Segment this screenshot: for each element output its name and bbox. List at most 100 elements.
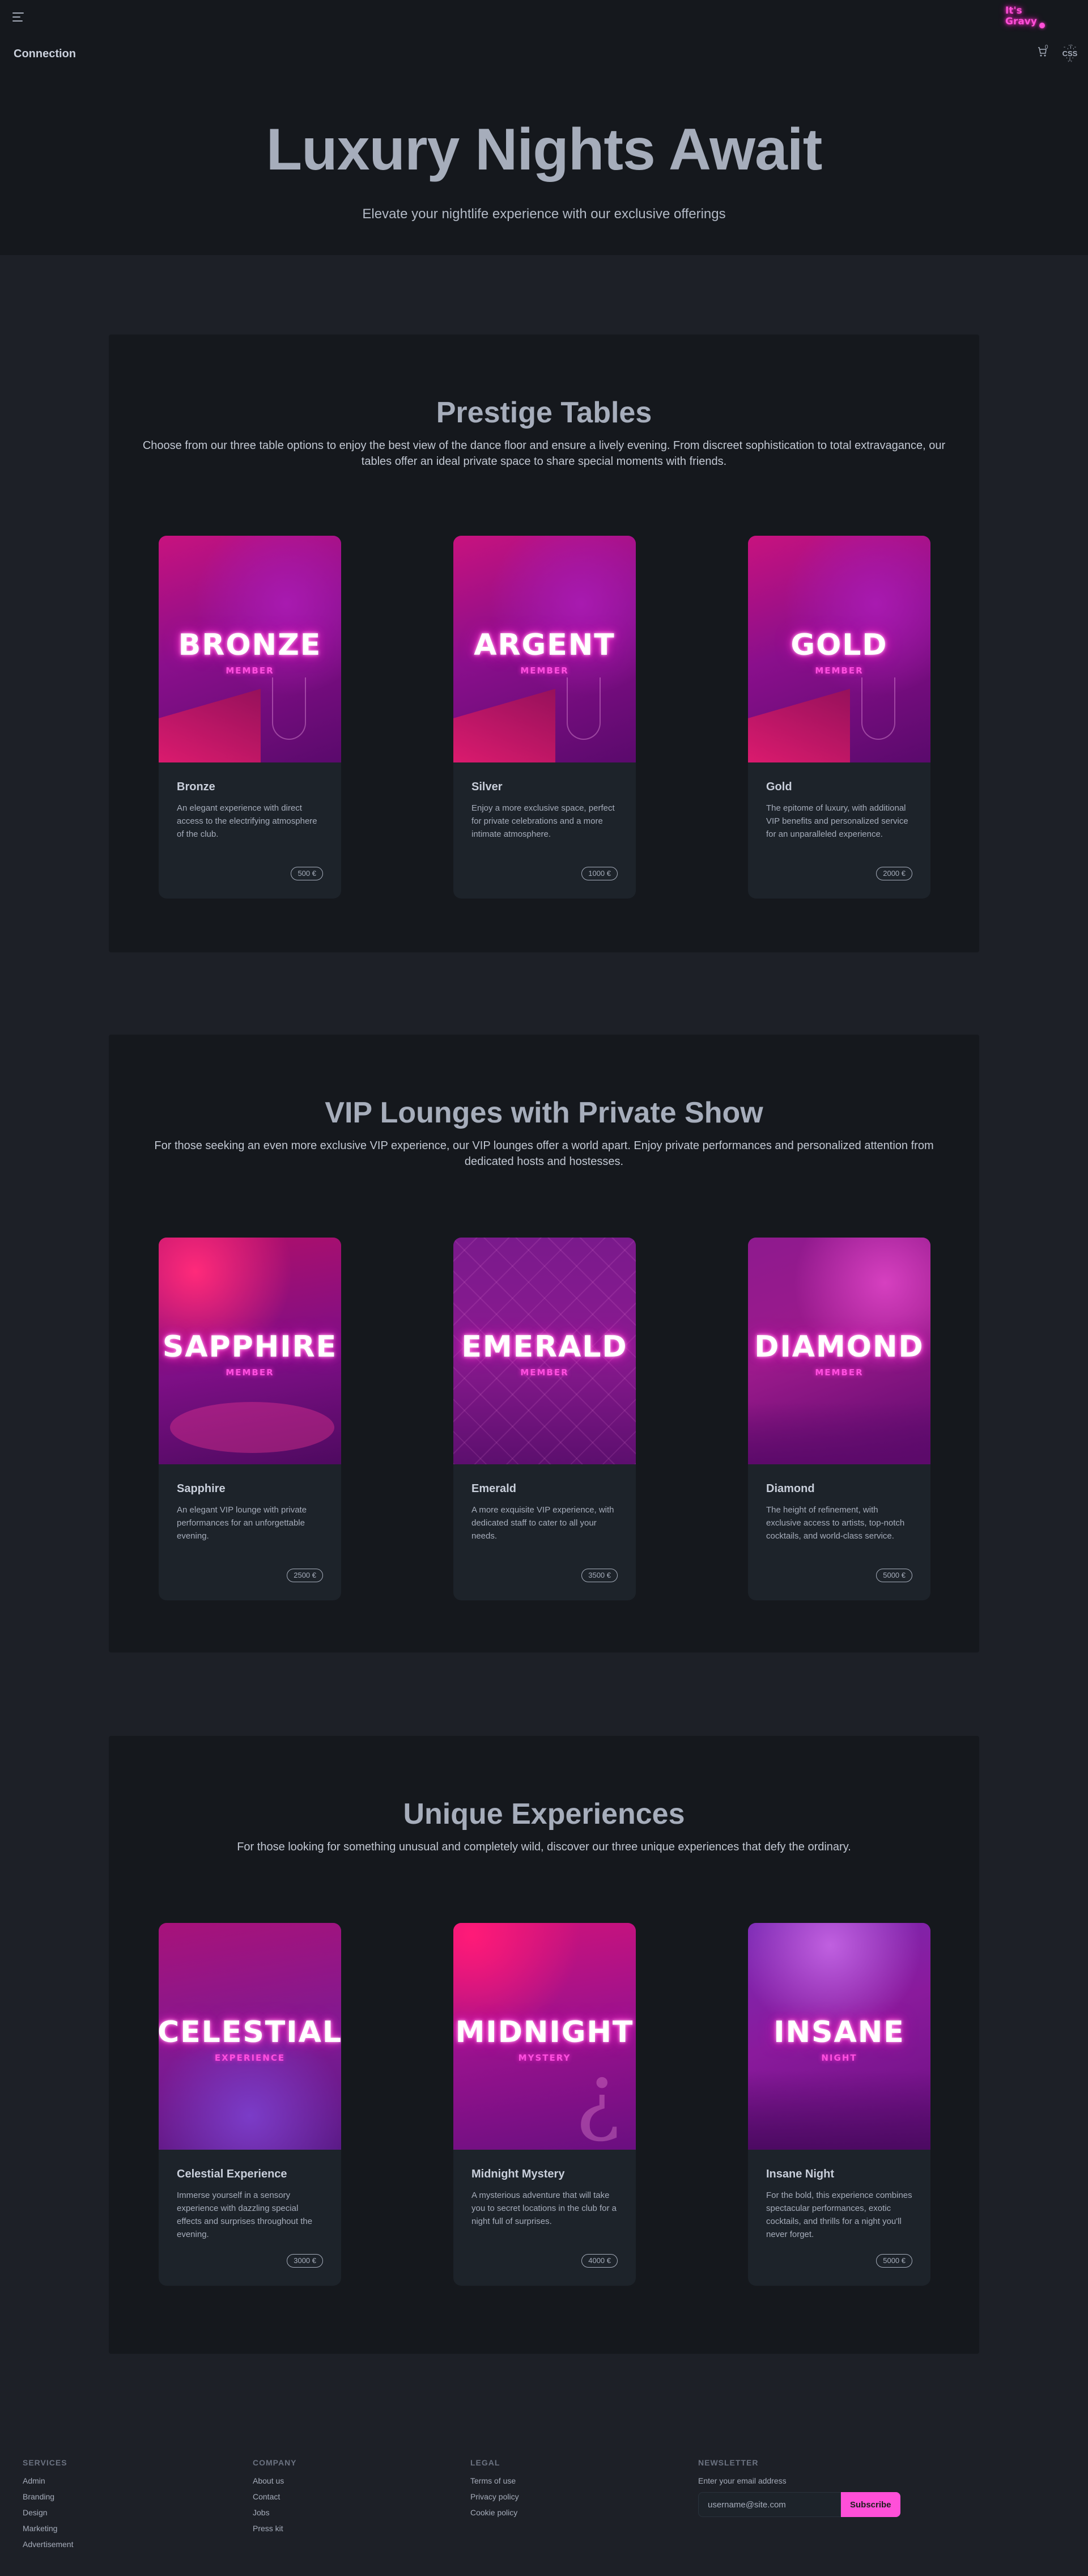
footer-newsletter: Newsletter Enter your email address Subs… (698, 2458, 900, 2517)
price-badge: 5000 € (876, 2254, 912, 2268)
glass-shape (861, 677, 895, 740)
product-card-bronze[interactable]: BRONZE MEMBER Bronze An elegant experien… (159, 536, 341, 899)
card-body: Silver Enjoy a more exclusive space, per… (453, 762, 636, 899)
section-description: For those seeking an even more exclusive… (154, 1139, 934, 1168)
theme-toggle-bottom: ʻ,í,ʻ (1066, 57, 1074, 63)
card-image: INSANE NIGHT (748, 1923, 930, 2150)
footer-heading: Company (253, 2458, 297, 2467)
price-badge: 1000 € (581, 867, 618, 880)
footer-link-terms[interactable]: Terms of use (470, 2476, 519, 2485)
card-image-subtitle: MEMBER (226, 666, 274, 676)
footer-link-press-kit[interactable]: Press kit (253, 2524, 297, 2533)
logo[interactable]: It's Gravy (1005, 6, 1051, 32)
theme-toggle-icon[interactable]: - ,ʻíʻ,- CSS ʻ,í,ʻ (1059, 44, 1081, 65)
product-card-silver[interactable]: ARGENT MEMBER Silver Enjoy a more exclus… (453, 536, 636, 899)
card-image-title: BRONZE (178, 628, 322, 662)
card-body: Diamond The height of refinement, with e… (748, 1464, 930, 1600)
card-body: Insane Night For the bold, this experien… (748, 2150, 930, 2286)
card-image-subtitle: NIGHT (821, 2053, 857, 2063)
footer-link-admin[interactable]: Admin (23, 2476, 73, 2485)
card-text: Enjoy a more exclusive space, perfect fo… (471, 803, 615, 839)
card-image-title: INSANE (774, 2015, 905, 2049)
card-name: Midnight Mystery (471, 2168, 565, 2180)
crowd-shape (748, 2070, 930, 2150)
card-name: Insane Night (766, 2168, 835, 2180)
card-image-title: SAPPHIRE (162, 1330, 338, 1364)
product-card-insane[interactable]: INSANE NIGHT Insane Night For the bold, … (748, 1923, 930, 2286)
hero-subtitle: Elevate your nightlife experience with o… (362, 206, 726, 222)
card-image: BRONZE MEMBER (159, 536, 341, 762)
nav-title[interactable]: Connection (14, 48, 76, 61)
menu-icon[interactable] (12, 12, 24, 22)
footer-link-design[interactable]: Design (23, 2508, 73, 2517)
footer-link-about[interactable]: About us (253, 2476, 297, 2485)
hero-title: Luxury Nights Await (266, 117, 823, 183)
newsletter-email-input[interactable] (698, 2492, 841, 2517)
product-card-diamond[interactable]: DIAMOND MEMBER Diamond The height of ref… (748, 1238, 930, 1600)
product-card-gold[interactable]: GOLD MEMBER Gold The epitome of luxury, … (748, 536, 930, 899)
card-image: ¿ MIDNIGHT MYSTERY (453, 1923, 636, 2150)
footer-company: Company About us Contact Jobs Press kit (253, 2458, 297, 2540)
footer-heading: Services (23, 2458, 67, 2467)
bar-shape (748, 1402, 930, 1464)
theme-toggle-label: CSS (1062, 49, 1078, 58)
price-badge: 5000 € (876, 1569, 912, 1582)
card-image-subtitle: MEMBER (815, 666, 864, 676)
footer-link-marketing[interactable]: Marketing (23, 2524, 73, 2533)
subscribe-button[interactable]: Subscribe (841, 2492, 900, 2517)
section-title: VIP Lounges with Private Show (325, 1096, 763, 1129)
product-card-celestial[interactable]: CELESTIAL EXPERIENCE Celestial Experienc… (159, 1923, 341, 2286)
card-image-subtitle: MYSTERY (518, 2053, 571, 2063)
vip-lounges-section: VIP Lounges with Private Show For those … (109, 1035, 979, 1653)
card-name: Sapphire (177, 1482, 226, 1495)
hero: Luxury Nights Await Elevate your nightli… (0, 85, 1088, 255)
card-name: Diamond (766, 1482, 815, 1495)
footer-link-cookie[interactable]: Cookie policy (470, 2508, 519, 2517)
footer-link-contact[interactable]: Contact (253, 2492, 297, 2501)
card-image-title: MIDNIGHT (455, 2015, 634, 2049)
card-image: CELESTIAL EXPERIENCE (159, 1923, 341, 2150)
footer-link-branding[interactable]: Branding (23, 2492, 73, 2501)
card-image: GOLD MEMBER (748, 536, 930, 762)
cart-button[interactable]: 0 (1037, 44, 1051, 60)
cart-count: 0 (1045, 44, 1048, 50)
footer-link-privacy[interactable]: Privacy policy (470, 2492, 519, 2501)
card-image-subtitle: MEMBER (815, 1367, 864, 1378)
price-badge: 3500 € (581, 1569, 618, 1582)
glass-shape (272, 677, 306, 740)
glass-shape (567, 677, 601, 740)
prestige-tables-section: Prestige Tables Choose from our three ta… (109, 334, 979, 952)
card-image-title: CELESTIAL (159, 2015, 341, 2049)
card-body: Emerald A more exquisite VIP experience,… (453, 1464, 636, 1600)
footer-services: Services Admin Branding Design Marketing… (23, 2458, 73, 2556)
card-text: A more exquisite VIP experience, with de… (471, 1505, 614, 1541)
lounge-shape (453, 689, 555, 762)
section-title: Unique Experiences (403, 1798, 685, 1831)
lounge-shape (159, 689, 261, 762)
price-badge: 2500 € (287, 1569, 323, 1582)
price-badge: 4000 € (581, 2254, 618, 2268)
card-image-subtitle: MEMBER (226, 1367, 274, 1378)
card-name: Emerald (471, 1482, 516, 1495)
card-image-title: DIAMOND (754, 1330, 924, 1364)
card-image-subtitle: EXPERIENCE (214, 2053, 286, 2063)
card-image: EMERALD MEMBER (453, 1238, 636, 1464)
card-text: The height of refinement, with exclusive… (766, 1505, 905, 1541)
card-name: Bronze (177, 781, 215, 793)
footer-link-advertisement[interactable]: Advertisement (23, 2540, 73, 2549)
card-text: A mysterious adventure that will take yo… (471, 2191, 617, 2226)
logo-line-1: It's (1005, 5, 1022, 16)
card-grid: CELESTIAL EXPERIENCE Celestial Experienc… (159, 1923, 930, 2286)
card-image: SAPPHIRE MEMBER (159, 1238, 341, 1464)
card-name: Silver (471, 781, 503, 793)
product-card-midnight[interactable]: ¿ MIDNIGHT MYSTERY Midnight Mystery A my… (453, 1923, 636, 2286)
product-card-emerald[interactable]: EMERALD MEMBER Emerald A more exquisite … (453, 1238, 636, 1600)
footer-legal: Legal Terms of use Privacy policy Cookie… (470, 2458, 519, 2524)
card-body: Sapphire An elegant VIP lounge with priv… (159, 1464, 341, 1600)
card-text: For the bold, this experience combines s… (766, 2191, 912, 2239)
price-badge: 3000 € (287, 2254, 323, 2268)
footer-link-jobs[interactable]: Jobs (253, 2508, 297, 2517)
top-bar: It's Gravy Connection 0 - ,ʻíʻ,- CSS ʻ,í… (0, 0, 1088, 85)
product-card-sapphire[interactable]: SAPPHIRE MEMBER Sapphire An elegant VIP … (159, 1238, 341, 1600)
card-image-title: EMERALD (461, 1330, 628, 1364)
